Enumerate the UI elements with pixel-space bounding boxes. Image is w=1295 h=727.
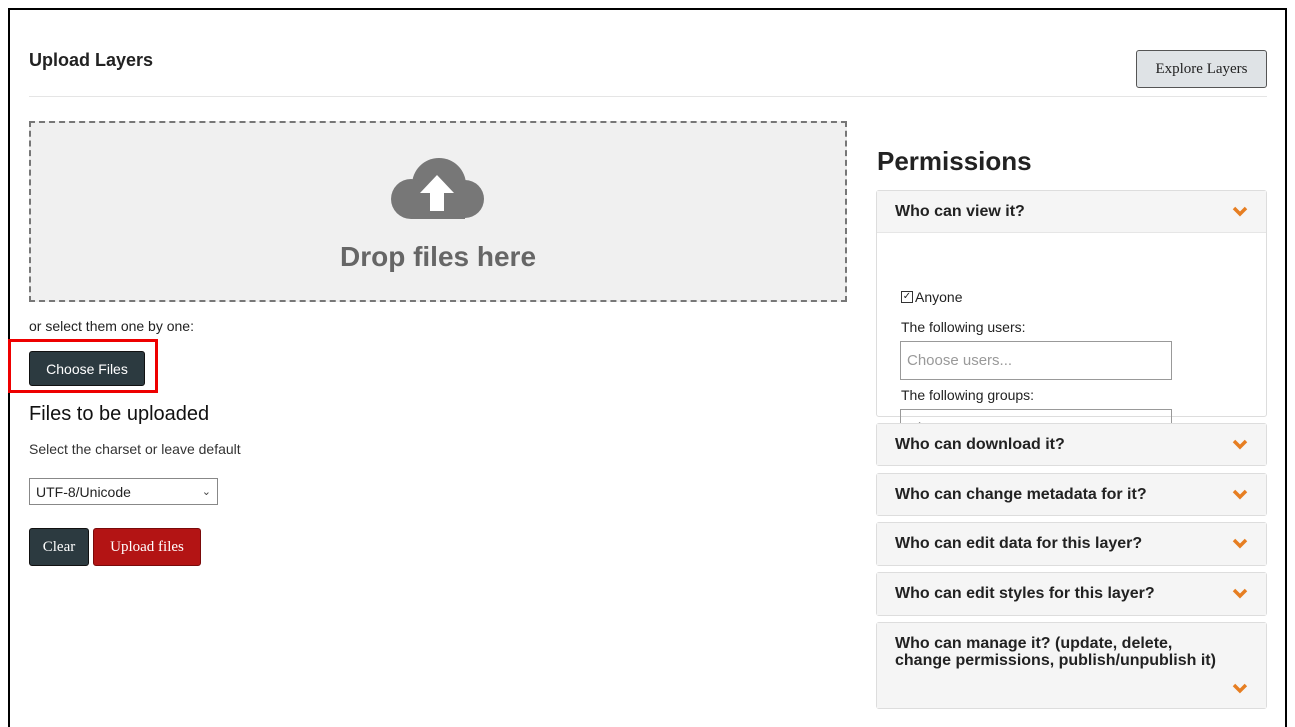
panel-title-edit-data: Who can edit data for this layer? [895,535,1143,552]
panel-header-download[interactable]: Who can download it? [877,424,1266,465]
permission-panel-edit-data[interactable]: Who can edit data for this layer? [876,522,1267,566]
permission-panel-download[interactable]: Who can download it? [876,423,1267,466]
charset-value: UTF-8/Unicode [36,483,131,500]
chevron-down-icon [1232,538,1248,549]
drop-files-text: Drop files here [339,241,537,272]
choose-files-button[interactable]: Choose Files [29,351,145,386]
panel-header-edit-styles[interactable]: Who can edit styles for this layer? [877,573,1266,615]
panel-title-manage: Who can manage it? (update, delete, chan… [895,635,1216,669]
permissions-heading: Permissions [877,146,1032,176]
users-input[interactable]: Choose users... [900,341,1172,380]
users-label: The following users: [901,319,1026,335]
drop-zone[interactable]: Drop files here [29,121,847,302]
chevron-down-icon [1232,489,1248,499]
upload-files-button[interactable]: Upload files [93,528,201,566]
anyone-checkbox[interactable]: ✓ [901,291,913,303]
groups-label: The following groups: [901,387,1035,403]
panel-title-edit-styles: Who can edit styles for this layer? [895,585,1155,602]
chevron-down-icon: ⌄ [201,486,211,498]
charset-select[interactable]: UTF-8/Unicode ⌄ [29,478,218,505]
or-select-text: or select them one by one: [29,318,194,334]
permission-panel-edit-styles[interactable]: Who can edit styles for this layer? [876,572,1267,616]
permission-panel-manage[interactable]: Who can manage it? (update, delete, chan… [876,622,1267,709]
permission-panel-view: Who can view it? ✓ Anyone The following … [876,190,1267,448]
charset-label: Select the charset or leave default [29,441,241,457]
page-title: Upload Layers [29,50,154,70]
files-to-upload-heading: Files to be uploaded [29,403,210,425]
divider [29,96,1267,97]
panel-title-metadata: Who can change metadata for it? [895,485,1147,503]
panel-header-metadata[interactable]: Who can change metadata for it? [877,474,1266,515]
anyone-label: Anyone [915,289,963,305]
chevron-down-icon [1232,439,1248,449]
permission-panel-metadata[interactable]: Who can change metadata for it? [876,473,1267,516]
panel-header-view[interactable]: Who can view it? [877,191,1266,233]
cloud-upload-icon [391,158,484,219]
chevron-down-icon [1232,683,1248,694]
anyone-checkbox-row[interactable]: ✓ Anyone [901,289,962,305]
explore-layers-button[interactable]: Explore Layers [1136,50,1267,88]
chevron-down-icon [1232,206,1248,216]
panel-title-view: Who can view it? [895,202,1025,220]
panel-title-download: Who can download it? [895,435,1065,453]
clear-button[interactable]: Clear [29,528,89,566]
panel-header-manage[interactable]: Who can manage it? (update, delete, chan… [877,623,1266,708]
panel-header-edit-data[interactable]: Who can edit data for this layer? [877,523,1266,565]
chevron-down-icon [1232,588,1248,599]
